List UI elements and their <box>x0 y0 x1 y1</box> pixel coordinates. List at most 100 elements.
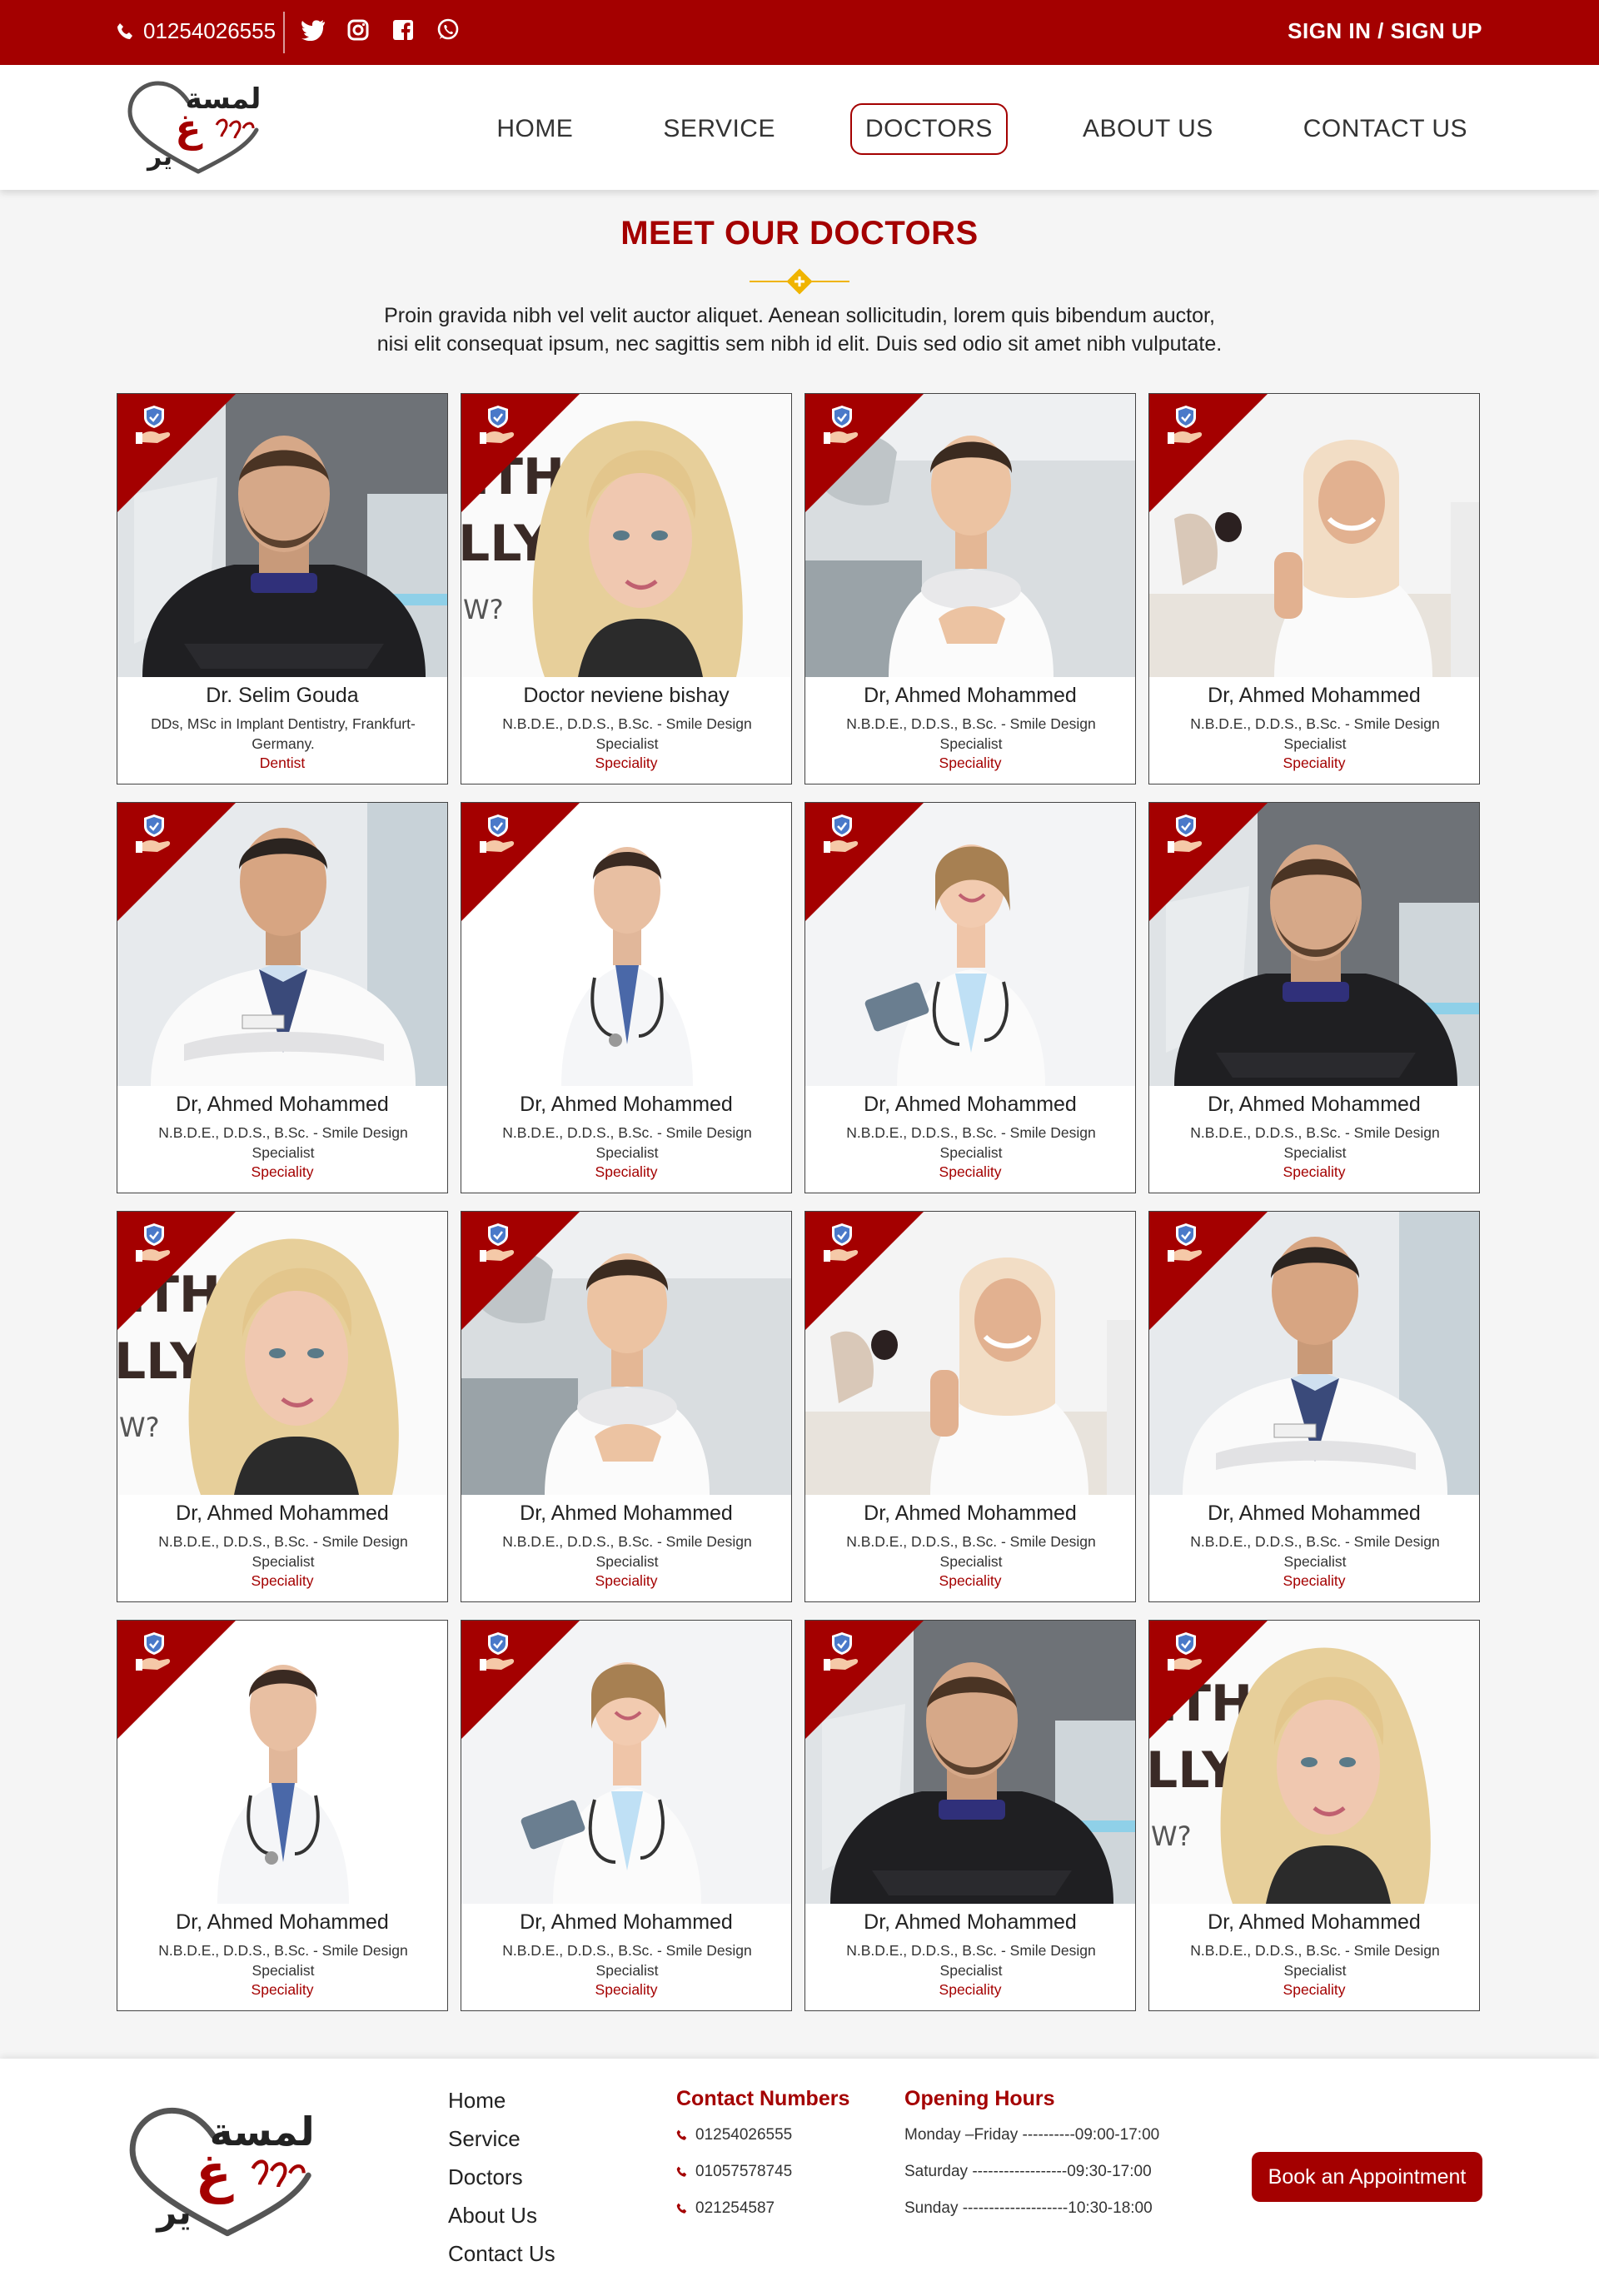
doctor-card[interactable]: Dr, Ahmed Mohammed N.B.D.E., D.D.S., B.S… <box>461 1620 792 2011</box>
doctor-card[interactable]: ETH LLY W? Dr, Ahmed Mohammed N.B.D.E., … <box>1148 1620 1480 2011</box>
doctor-speciality: Dentist <box>259 755 306 771</box>
footer-link-home[interactable]: Home <box>448 2089 555 2112</box>
care-shield-icon <box>824 1223 859 1262</box>
footer-link-service[interactable]: Service <box>448 2127 555 2150</box>
care-shield-icon <box>480 1223 515 1262</box>
doctor-name: Dr, Ahmed Mohammed <box>1208 1910 1421 1934</box>
phone-icon <box>117 22 132 39</box>
care-shield-icon <box>824 406 859 444</box>
care-shield-icon <box>480 406 515 444</box>
doctor-card[interactable]: Dr, Ahmed Mohammed N.B.D.E., D.D.S., B.S… <box>461 1211 792 1602</box>
nav-contact-us[interactable]: CONTACT US <box>1288 103 1482 155</box>
site-logo[interactable]: لمسة غ ير <box>123 75 273 180</box>
doctor-card[interactable]: Dr, Ahmed Mohammed N.B.D.E., D.D.S., B.S… <box>117 802 448 1193</box>
doctor-card[interactable]: Dr, Ahmed Mohammed N.B.D.E., D.D.S., B.S… <box>804 1620 1136 2011</box>
footer-link-doctors[interactable]: Doctors <box>448 2165 555 2189</box>
title-divider-icon <box>750 268 849 295</box>
doctor-name: Dr, Ahmed Mohammed <box>864 1502 1077 1525</box>
doctor-name: Doctor neviene bishay <box>523 684 730 707</box>
doctor-name: Dr, Ahmed Mohammed <box>176 1093 389 1116</box>
sign-in-sign-up-link[interactable]: SIGN IN / SIGN UP <box>1288 18 1482 44</box>
phone-icon <box>676 2129 687 2140</box>
care-shield-icon <box>1168 406 1203 444</box>
nav-service[interactable]: SERVICE <box>648 103 790 155</box>
doctor-card[interactable]: ETH LLY W? Dr, Ahmed Mohammed N.B.D.E., … <box>117 1211 448 1602</box>
care-shield-icon <box>480 1632 515 1671</box>
doctor-card[interactable]: Dr, Ahmed Mohammed N.B.D.E., D.D.S., B.S… <box>1148 393 1480 784</box>
topbar-phone[interactable]: 01254026555 <box>117 18 276 44</box>
contact-numbers-title: Contact Numbers <box>676 2087 850 2110</box>
main-nav: HOME SERVICE DOCTORS ABOUT US CONTACT US <box>421 103 1482 155</box>
opening-hours-title: Opening Hours <box>904 2087 1055 2110</box>
doctor-speciality: Speciality <box>939 1163 1002 1180</box>
doctor-speciality: Speciality <box>595 755 658 771</box>
doctor-speciality: Speciality <box>1283 1981 1346 1998</box>
svg-text:ير: ير <box>146 142 172 172</box>
opening-hours-list: Monday –Friday ----------09:00-17:00 Sat… <box>904 2125 1159 2218</box>
doctor-name: Dr, Ahmed Mohammed <box>176 1502 389 1525</box>
doctor-speciality: Speciality <box>1283 1163 1346 1180</box>
opening-hours-row: Saturday ------------------09:30-17:00 <box>904 2163 1152 2180</box>
footer-link-contact-us[interactable]: Contact Us <box>448 2242 555 2265</box>
care-shield-icon <box>136 814 171 853</box>
doctor-speciality: Speciality <box>939 1981 1002 1998</box>
whatsapp-icon[interactable] <box>435 17 461 43</box>
doctor-credentials: N.B.D.E., D.D.S., B.Sc. - Smile Design S… <box>502 1942 752 1979</box>
doctor-speciality: Speciality <box>939 755 1002 771</box>
facebook-icon[interactable] <box>390 17 416 43</box>
doctor-credentials: N.B.D.E., D.D.S., B.Sc. - Smile Design S… <box>846 1124 1096 1161</box>
doctor-card[interactable]: Dr, Ahmed Mohammed N.B.D.E., D.D.S., B.S… <box>804 1211 1136 1602</box>
care-shield-icon <box>1168 1223 1203 1262</box>
doctor-card[interactable]: Dr. Selim Gouda DDs, MSc in Implant Dent… <box>117 393 448 784</box>
doctor-name: Dr. Selim Gouda <box>206 684 359 707</box>
doctor-card[interactable]: Dr, Ahmed Mohammed N.B.D.E., D.D.S., B.S… <box>804 393 1136 784</box>
section-intro: Proin gravida nibh vel velit auctor aliq… <box>350 301 1249 358</box>
doctor-card[interactable]: Dr, Ahmed Mohammed N.B.D.E., D.D.S., B.S… <box>1148 1211 1480 1602</box>
instagram-icon[interactable] <box>345 17 371 43</box>
doctor-credentials: DDs, MSc in Implant Dentistry, Frankfurt… <box>151 715 416 752</box>
doctor-speciality: Speciality <box>595 1981 658 1998</box>
opening-hours-row: Sunday --------------------10:30-18:00 <box>904 2199 1153 2217</box>
main-navbar: لمسة غ ير HOME SERVICE DOCTORS ABOUT US … <box>0 65 1599 190</box>
section-title: MEET OUR DOCTORS <box>620 215 979 252</box>
footer: لمسة غ ير Home Service Doctors About Us … <box>0 2059 1599 2296</box>
nav-about-us[interactable]: ABOUT US <box>1068 103 1228 155</box>
doctor-card[interactable]: Dr, Ahmed Mohammed N.B.D.E., D.D.S., B.S… <box>461 802 792 1193</box>
contact-number[interactable]: 01254026555 <box>676 2125 792 2144</box>
contact-number-text: 01057578745 <box>695 2163 793 2180</box>
svg-text:ير: ير <box>155 2192 192 2234</box>
doctor-name: Dr, Ahmed Mohammed <box>1208 1502 1421 1525</box>
doctor-card[interactable]: Dr, Ahmed Mohammed N.B.D.E., D.D.S., B.S… <box>117 1620 448 2011</box>
doctor-speciality: Speciality <box>251 1981 314 1998</box>
doctor-credentials: N.B.D.E., D.D.S., B.Sc. - Smile Design S… <box>1190 1124 1440 1161</box>
doctor-card[interactable]: Dr, Ahmed Mohammed N.B.D.E., D.D.S., B.S… <box>1148 802 1480 1193</box>
doctor-name: Dr, Ahmed Mohammed <box>176 1910 389 1934</box>
doctor-card[interactable]: Dr, Ahmed Mohammed N.B.D.E., D.D.S., B.S… <box>804 802 1136 1193</box>
doctor-grid: Dr. Selim Gouda DDs, MSc in Implant Dent… <box>117 393 1481 2011</box>
footer-link-about-us[interactable]: About Us <box>448 2204 555 2227</box>
topbar-separator <box>283 12 285 53</box>
doctor-name: Dr, Ahmed Mohammed <box>1208 684 1421 707</box>
doctor-name: Dr, Ahmed Mohammed <box>864 1093 1077 1116</box>
doctor-speciality: Speciality <box>1283 755 1346 771</box>
care-shield-icon <box>1168 1632 1203 1671</box>
contact-number[interactable]: 01057578745 <box>676 2162 792 2181</box>
svg-text:W?: W? <box>1151 1820 1192 1852</box>
doctor-card[interactable]: ETH LLY W? Doctor neviene bishay N.B.D.E… <box>461 393 792 784</box>
doctor-speciality: Speciality <box>595 1163 658 1180</box>
care-shield-icon <box>824 1632 859 1671</box>
care-shield-icon <box>824 814 859 853</box>
top-bar: 01254026555 SIGN IN / SIGN UP <box>0 0 1599 65</box>
twitter-icon[interactable] <box>300 17 326 43</box>
doctor-credentials: N.B.D.E., D.D.S., B.Sc. - Smile Design S… <box>1190 1942 1440 1979</box>
contact-number[interactable]: 021254587 <box>676 2199 792 2218</box>
nav-doctors[interactable]: DOCTORS <box>849 103 1008 155</box>
svg-text:W?: W? <box>463 594 504 625</box>
book-appointment-button[interactable]: Book an Appointment <box>1252 2152 1482 2202</box>
footer-logo[interactable]: لمسة غ ير <box>123 2099 331 2245</box>
doctor-speciality: Speciality <box>939 1572 1002 1589</box>
nav-home[interactable]: HOME <box>481 103 588 155</box>
phone-icon <box>676 2166 687 2177</box>
doctor-credentials: N.B.D.E., D.D.S., B.Sc. - Smile Design S… <box>846 1942 1096 1979</box>
doctor-speciality: Speciality <box>1283 1572 1346 1589</box>
